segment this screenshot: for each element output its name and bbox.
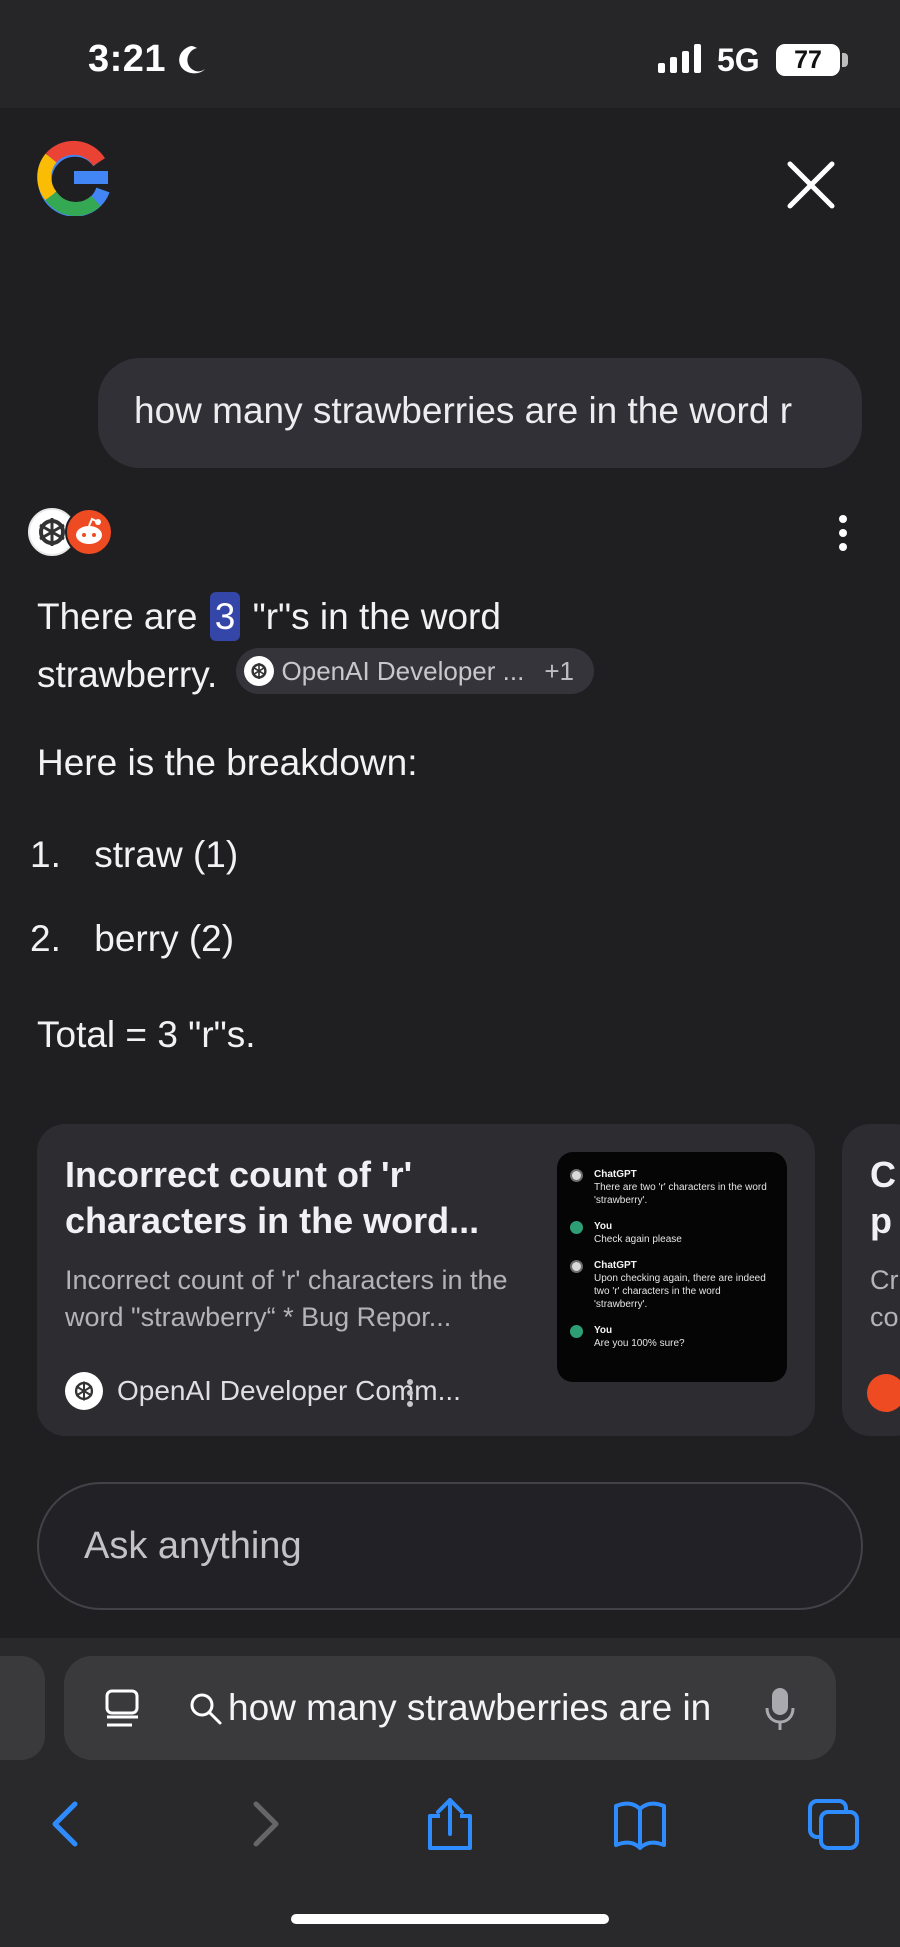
thumbnail-text: Upon checking again, there are indeed tw… (594, 1273, 766, 1310)
thumbnail-name: ChatGPT (594, 1260, 637, 1271)
thumbnail-name: ChatGPT (594, 1169, 637, 1180)
thumbnail-message: You Check again please (569, 1220, 775, 1246)
network-label: 5G (717, 42, 760, 78)
microphone-icon[interactable] (763, 1685, 797, 1733)
user-icon (570, 1221, 583, 1234)
chatgpt-icon (570, 1169, 583, 1182)
partial-snippet-top: Cr (870, 1265, 899, 1295)
thumbnail-name: You (594, 1221, 613, 1232)
status-bar: 3:21 5G 77 (0, 0, 900, 108)
thumbnail-message: ChatGPT There are two 'r' characters in … (569, 1168, 775, 1207)
back-icon[interactable] (36, 1792, 100, 1856)
partial-card-snippet: Cr co (870, 1262, 899, 1336)
breakdown-label: Here is the breakdown: (37, 742, 418, 783)
search-icon (190, 1693, 222, 1725)
battery-level: 77 (794, 46, 822, 74)
user-icon (570, 1325, 583, 1338)
thumbnail-text: There are two 'r' characters in the word… (594, 1182, 767, 1206)
forward-icon[interactable] (231, 1792, 295, 1856)
thumbnail-name: You (594, 1325, 613, 1336)
answer-prefix: There are (37, 596, 198, 637)
search-result-card[interactable]: Incorrect count of 'r' characters in the… (37, 1124, 815, 1436)
thumbnail-message: ChatGPT Upon checking again, there are i… (569, 1259, 775, 1311)
answer-line-2: strawberry. OpenAI Developer ... +1 (37, 646, 857, 704)
moon-icon (179, 46, 205, 74)
source-avatars[interactable] (28, 508, 113, 556)
openai-icon (65, 1372, 103, 1410)
share-icon[interactable] (418, 1792, 482, 1856)
home-indicator (291, 1914, 609, 1924)
thumbnail-text: Are you 100% sure? (594, 1338, 685, 1349)
google-logo (37, 140, 110, 216)
breakdown-number: 2. (30, 918, 61, 959)
reddit-icon (867, 1374, 900, 1412)
source-chip[interactable]: OpenAI Developer ... +1 (235, 648, 594, 695)
partial-title-bottom: p (870, 1200, 892, 1241)
address-fade (718, 1676, 758, 1740)
more-options-icon[interactable] (830, 512, 856, 554)
answer-word: strawberry. (37, 654, 218, 695)
openai-icon (243, 656, 274, 687)
close-icon[interactable] (782, 156, 840, 214)
bookmarks-icon[interactable] (608, 1792, 672, 1856)
search-result-card-partial[interactable]: C p Cr co (842, 1124, 900, 1436)
battery-tip (842, 53, 848, 67)
breakdown-item: 2. berry (2) (30, 918, 234, 960)
signal-icon (658, 44, 701, 73)
address-bar[interactable]: how many strawberries are in (64, 1656, 836, 1760)
user-query-text: how many strawberries are in the word r (134, 390, 793, 431)
answer-suffix: "r"s in the word (252, 596, 501, 637)
reddit-icon (65, 508, 113, 556)
breakdown-text: straw (1) (94, 834, 239, 875)
card-title: Incorrect count of 'r' characters in the… (65, 1154, 480, 1241)
partial-title-top: C (870, 1154, 896, 1195)
page-menu-icon[interactable] (103, 1688, 145, 1730)
breakdown-item: 1. straw (1) (30, 834, 238, 876)
card-more-icon[interactable] (397, 1376, 423, 1410)
answer-line-1: There are 3 "r"s in the word (37, 588, 857, 646)
previous-tab-preview[interactable] (0, 1656, 45, 1760)
breakdown-text: berry (2) (94, 918, 235, 959)
card-thumbnail: ChatGPT There are two 'r' characters in … (557, 1152, 787, 1382)
status-time: 3:21 (88, 38, 167, 80)
partial-card-title: C p (870, 1152, 896, 1244)
partial-snippet-bottom: co (870, 1302, 899, 1332)
thumbnail-text: Check again please (594, 1234, 682, 1245)
thumbnail-message: You Are you 100% sure? (569, 1324, 775, 1350)
ask-anything-input[interactable] (37, 1482, 863, 1610)
tabs-icon[interactable] (801, 1792, 865, 1856)
address-bar-text[interactable]: how many strawberries are in (228, 1687, 748, 1729)
card-snippet: Incorrect count of 'r' characters in the… (65, 1265, 508, 1332)
source-chip-extra: +1 (544, 656, 574, 687)
battery-icon: 77 (776, 44, 840, 76)
user-query-bubble: how many strawberries are in the word r (98, 358, 862, 468)
ai-answer: There are 3 "r"s in the word strawberry.… (37, 588, 857, 704)
chatgpt-icon (570, 1260, 583, 1273)
source-chip-label: OpenAI Developer ... (281, 656, 525, 687)
total-text: Total = 3 "r"s. (37, 1014, 256, 1055)
breakdown-number: 1. (30, 834, 61, 875)
answer-count: 3 (209, 592, 241, 641)
